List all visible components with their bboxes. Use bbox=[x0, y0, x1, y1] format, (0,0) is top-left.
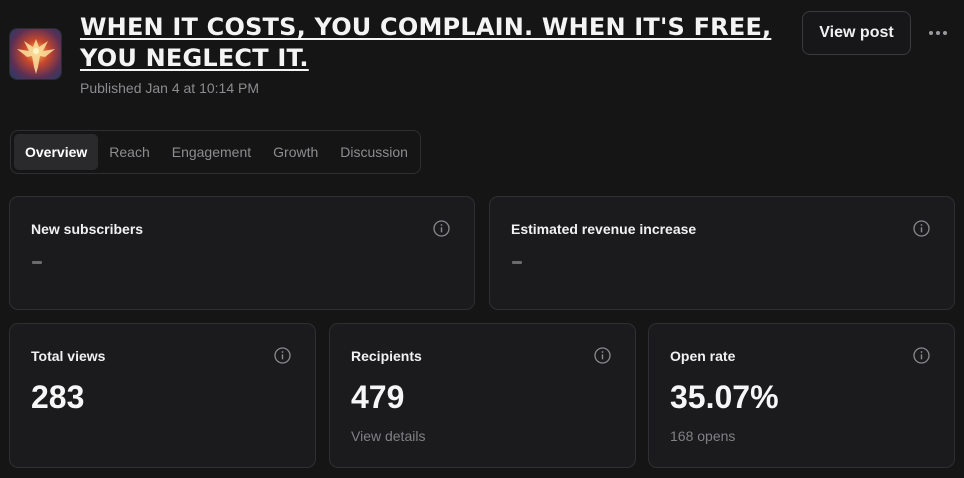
empty-value-dash bbox=[32, 261, 42, 264]
recipients-card: Recipients 479 View details bbox=[329, 323, 636, 468]
empty-value-dash bbox=[512, 261, 522, 264]
recipients-value: 479 bbox=[351, 379, 405, 415]
stats-tabs: Overview Reach Engagement Growth Discuss… bbox=[10, 130, 421, 174]
view-post-button[interactable]: View post bbox=[802, 11, 911, 55]
more-options-button[interactable] bbox=[924, 20, 952, 46]
published-date: Published Jan 4 at 10:14 PM bbox=[80, 80, 260, 96]
tab-overview[interactable]: Overview bbox=[14, 134, 99, 170]
estimated-revenue-card: Estimated revenue increase bbox=[489, 196, 955, 310]
info-icon[interactable] bbox=[594, 347, 611, 364]
tab-engagement[interactable]: Engagement bbox=[161, 134, 262, 170]
tab-growth[interactable]: Growth bbox=[262, 134, 329, 170]
more-dot-icon bbox=[943, 31, 947, 35]
more-dot-icon bbox=[936, 31, 940, 35]
open-rate-value: 35.07% bbox=[670, 379, 779, 415]
info-icon[interactable] bbox=[274, 347, 291, 364]
total-views-card: Total views 283 bbox=[9, 323, 316, 468]
view-details-link[interactable]: View details bbox=[351, 428, 425, 444]
post-thumbnail[interactable] bbox=[9, 28, 62, 80]
info-icon[interactable] bbox=[913, 220, 930, 237]
info-icon[interactable] bbox=[913, 347, 930, 364]
card-label: Estimated revenue increase bbox=[511, 221, 697, 237]
card-label: Recipients bbox=[351, 348, 422, 364]
tab-reach[interactable]: Reach bbox=[98, 134, 160, 170]
new-subscribers-card: New subscribers bbox=[9, 196, 475, 310]
info-icon[interactable] bbox=[433, 220, 450, 237]
more-dot-icon bbox=[929, 31, 933, 35]
tab-discussion[interactable]: Discussion bbox=[329, 134, 419, 170]
card-label: Open rate bbox=[670, 348, 736, 364]
card-label: Total views bbox=[31, 348, 106, 364]
total-views-value: 283 bbox=[31, 379, 85, 415]
post-title[interactable]: WHEN IT COSTS, YOU COMPLAIN. WHEN IT'S F… bbox=[80, 12, 780, 74]
card-label: New subscribers bbox=[31, 221, 144, 237]
post-stats-page: WHEN IT COSTS, YOU COMPLAIN. WHEN IT'S F… bbox=[0, 0, 964, 478]
opens-count: 168 opens bbox=[670, 428, 736, 444]
open-rate-card: Open rate 35.07% 168 opens bbox=[648, 323, 955, 468]
phoenix-icon bbox=[10, 29, 61, 79]
